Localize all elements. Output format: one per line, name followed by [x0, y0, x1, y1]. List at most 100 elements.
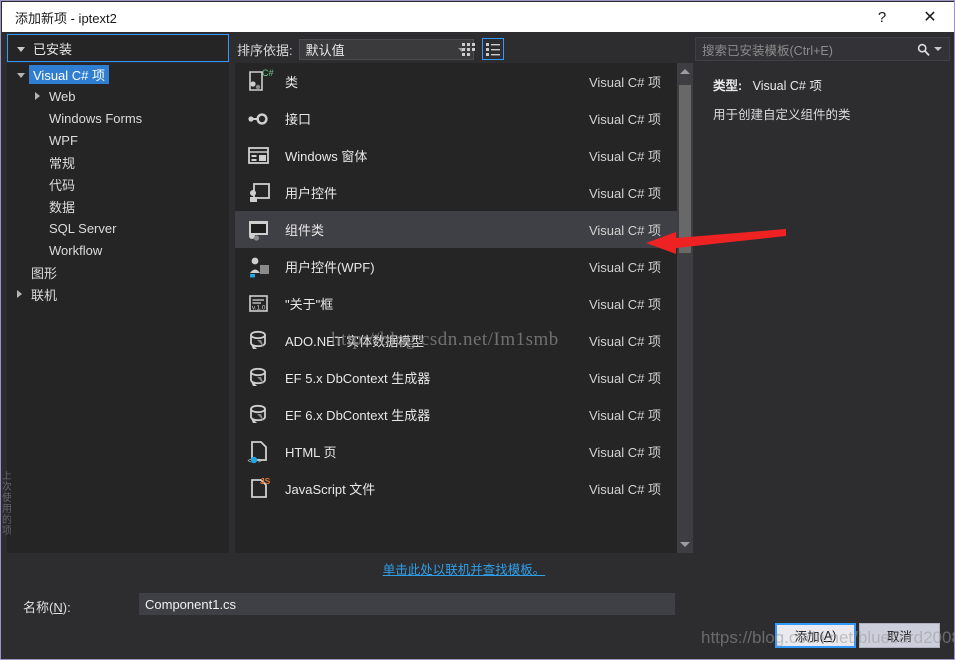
svg-text:>: >: [258, 458, 262, 465]
name-label-suffix: ):: [62, 600, 71, 615]
find-online-templates-link[interactable]: 单击此处以联机并查找模板。: [235, 556, 693, 580]
chevron-right-icon[interactable]: [35, 92, 40, 100]
title-bar-buttons: ? ✕: [859, 2, 954, 32]
list-view-icon[interactable]: [482, 38, 504, 60]
ado-net-model-icon: [243, 326, 275, 356]
template-list-item[interactable]: v.1.0 "关于"框 Visual C# 项: [235, 285, 693, 322]
sidebar-item-5[interactable]: 常规: [7, 151, 229, 173]
sidebar-item-4[interactable]: WPF: [7, 129, 229, 151]
svg-text:<: <: [248, 458, 252, 465]
sidebar-item-label: 联机: [31, 287, 58, 303]
template-list-item[interactable]: JS JavaScript 文件 Visual C# 项: [235, 470, 693, 507]
sidebar-item-label: 数据: [49, 199, 76, 215]
sidebar-item-9[interactable]: Workflow: [7, 239, 229, 261]
sidebar-item-8[interactable]: SQL Server: [7, 217, 229, 239]
svg-text:C#: C#: [262, 68, 274, 78]
search-input[interactable]: 搜索已安装模板(Ctrl+E): [695, 37, 950, 61]
template-info-panel: 类型: Visual C# 项 用于创建自定义组件的类: [699, 63, 950, 553]
class-csharp-icon: C#: [243, 67, 275, 97]
sidebar-item-label: 代码: [49, 177, 76, 193]
sidebar-item-label: Visual C# 项: [29, 64, 110, 84]
sidebar-item-7[interactable]: 数据: [7, 195, 229, 217]
sidebar-item-10[interactable]: 图形: [7, 261, 229, 283]
find-online-templates-label: 单击此处以联机并查找模板。: [382, 562, 546, 577]
template-item-kind: Visual C# 项: [588, 112, 661, 127]
sidebar-item-label: Web: [49, 88, 76, 104]
add-new-item-dialog: 添加新项 - iptext2 ? ✕ 已安装 排序依据: 默认值 搜索已安装模板…: [0, 0, 955, 660]
watermark-middle: http://blog.csdn.net/Im1smb: [331, 329, 559, 350]
chevron-down-icon[interactable]: [17, 73, 25, 78]
scroll-down-icon[interactable]: [677, 536, 693, 553]
chevron-down-icon: [17, 46, 25, 52]
template-list-item[interactable]: EF 5.x DbContext 生成器 Visual C# 项: [235, 359, 693, 396]
name-input[interactable]: Component1.cs: [139, 593, 675, 615]
svg-text:v.1.0: v.1.0: [252, 304, 266, 311]
sidebar-item-label: 图形: [31, 265, 58, 281]
template-list-item[interactable]: Windows 窗体 Visual C# 项: [235, 137, 693, 174]
search-placeholder: 搜索已安装模板(Ctrl+E): [702, 43, 833, 58]
template-item-kind: Visual C# 项: [588, 482, 661, 497]
sidebar-item-11[interactable]: 联机: [7, 283, 229, 305]
template-list[interactable]: C# 类 Visual C# 项接口 Visual C# 项 Windows 窗体 Vis…: [235, 63, 693, 553]
template-item-name: 组件类: [285, 223, 325, 238]
template-item-kind: Visual C# 项: [588, 260, 661, 275]
javascript-file-icon: JS: [243, 474, 275, 504]
grid-view-icon[interactable]: [457, 38, 479, 60]
category-tree[interactable]: Visual C# 项 Web Windows Forms WPF 常规代码数据 SQL …: [7, 63, 229, 553]
sort-by-label: 排序依据:: [237, 43, 293, 58]
windows-form-icon: [243, 141, 275, 171]
template-list-item[interactable]: EF 6.x DbContext 生成器 Visual C# 项: [235, 396, 693, 433]
name-label-accelerator: N: [53, 600, 63, 615]
template-list-scrollbar[interactable]: [677, 63, 693, 553]
template-list-item[interactable]: 用户控件 Visual C# 项: [235, 174, 693, 211]
template-item-name: Windows 窗体: [285, 149, 368, 164]
scroll-up-icon[interactable]: [677, 63, 693, 80]
sidebar-item-6[interactable]: 代码: [7, 173, 229, 195]
html-page-icon: < >: [243, 437, 275, 467]
template-item-name: 用户控件: [285, 186, 338, 201]
close-icon[interactable]: ✕: [905, 2, 954, 32]
sort-by-select[interactable]: 默认值: [298, 39, 474, 60]
name-field-label: 名称(N):: [23, 597, 71, 616]
ef-dbcontext-icon: [243, 400, 275, 430]
template-type-row: 类型: Visual C# 项: [713, 75, 950, 94]
sort-bar: 排序依据: 默认值: [237, 39, 474, 60]
sidebar-item-label: Workflow: [49, 242, 103, 258]
template-item-kind: Visual C# 项: [588, 186, 661, 201]
template-description: 用于创建自定义组件的类: [713, 108, 851, 122]
help-icon[interactable]: ?: [859, 2, 905, 32]
sidebar-item-3[interactable]: Windows Forms: [7, 107, 229, 129]
chevron-down-icon[interactable]: [934, 47, 942, 51]
template-item-name: 类: [285, 75, 299, 90]
sidebar-item-label: 常规: [49, 155, 76, 171]
sort-by-value: 默认值: [305, 43, 345, 58]
template-item-kind: Visual C# 项: [588, 334, 661, 349]
template-item-kind: Visual C# 项: [588, 408, 661, 423]
search-icon[interactable]: [917, 43, 945, 56]
template-item-kind: Visual C# 项: [588, 75, 661, 90]
wpf-user-control-icon: [243, 252, 275, 282]
template-list-item[interactable]: 用户控件(WPF) Visual C# 项: [235, 248, 693, 285]
background-bleed-artifact: 上次使用的项: [2, 471, 11, 537]
template-item-kind: Visual C# 项: [588, 149, 661, 164]
chevron-right-icon[interactable]: [17, 290, 22, 298]
template-item-name: 用户控件(WPF): [285, 260, 375, 275]
template-list-item[interactable]: 组件类 Visual C# 项: [235, 211, 693, 248]
sidebar-item-1[interactable]: Visual C# 项: [7, 63, 229, 85]
template-item-name: 接口: [285, 112, 312, 127]
template-item-name: JavaScript 文件: [285, 482, 376, 497]
sidebar-item-label: Windows Forms: [49, 110, 143, 126]
about-box-icon: v.1.0: [243, 289, 275, 319]
watermark-bottom: https://blog.csdn.net/bluecard2008: [701, 628, 955, 647]
template-item-name: "关于"框: [285, 297, 334, 312]
svg-text:JS: JS: [260, 476, 271, 486]
template-list-item[interactable]: 接口 Visual C# 项: [235, 100, 693, 137]
template-list-item[interactable]: C# 类 Visual C# 项: [235, 63, 693, 100]
user-control-icon: [243, 178, 275, 208]
template-type-value: Visual C# 项: [752, 79, 822, 93]
template-list-item[interactable]: < > HTML 页 Visual C# 项: [235, 433, 693, 470]
template-item-kind: Visual C# 项: [588, 297, 661, 312]
sidebar-item-label: WPF: [49, 132, 78, 148]
sidebar-item-2[interactable]: Web: [7, 85, 229, 107]
installed-section-header[interactable]: 已安装: [7, 34, 229, 62]
